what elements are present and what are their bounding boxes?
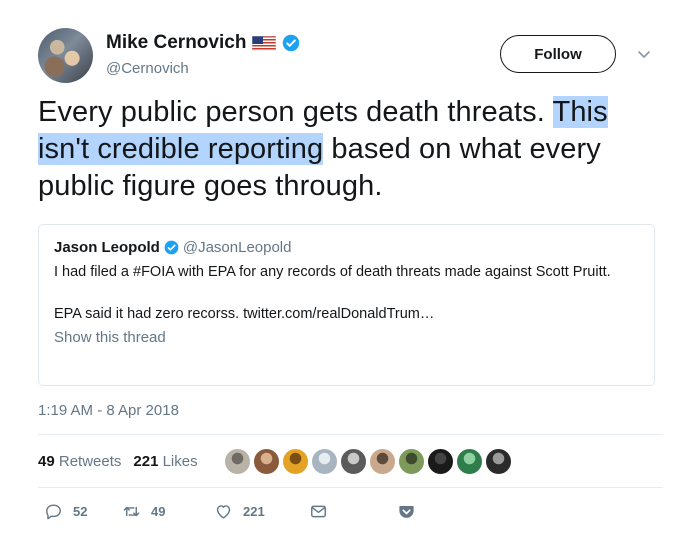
verified-badge-icon <box>164 240 179 255</box>
liker-avatar[interactable] <box>484 447 512 475</box>
reply-button[interactable]: 52 <box>44 502 122 521</box>
quoted-author-row: Jason Leopold @JasonLeopold <box>54 239 639 256</box>
likes-stat[interactable]: 221 Likes <box>133 453 197 470</box>
liker-avatar[interactable] <box>310 447 338 475</box>
liker-avatar[interactable] <box>281 447 309 475</box>
quoted-author-name: Jason Leopold <box>54 239 160 256</box>
reply-count: 52 <box>73 504 88 519</box>
like-button[interactable]: 221 <box>214 502 309 521</box>
tweet-text: Every public person gets death threats. … <box>38 94 663 205</box>
follow-button[interactable]: Follow <box>500 35 616 73</box>
show-thread-link[interactable]: Show this thread <box>54 329 639 346</box>
liker-avatar[interactable] <box>368 447 396 475</box>
retweet-count: 49 <box>151 504 166 519</box>
tweet-text-start: Every public person gets death threats. <box>38 96 553 128</box>
liker-avatar[interactable] <box>339 447 367 475</box>
reply-icon <box>46 504 61 520</box>
quoted-paragraph: EPA said it had zero recorss. twitter.co… <box>54 306 435 322</box>
envelope-icon <box>311 505 326 518</box>
avatar[interactable] <box>38 28 93 83</box>
liker-avatars <box>223 447 512 475</box>
tweet-actions: 52 49 221 <box>44 502 416 521</box>
liker-avatar[interactable] <box>426 447 454 475</box>
tweet-header: Mike Cernovich @Cernovich Follow <box>38 28 663 84</box>
verified-badge-icon <box>283 34 300 52</box>
retweets-label: Retweets <box>58 452 122 470</box>
us-flag-icon <box>252 35 277 51</box>
liker-avatar[interactable] <box>252 447 280 475</box>
retweets-count: 49 <box>38 452 55 470</box>
direct-message-button[interactable] <box>309 502 397 521</box>
divider <box>38 434 663 435</box>
pocket-icon <box>399 505 414 518</box>
liker-avatar[interactable] <box>455 447 483 475</box>
liker-avatar[interactable] <box>223 447 251 475</box>
chevron-down-icon[interactable] <box>636 46 652 62</box>
author-display-name[interactable]: Mike Cernovich <box>106 32 246 54</box>
quoted-paragraph: I had filed a #FOIA with EPA for any rec… <box>54 264 611 280</box>
likes-label: Likes <box>162 452 198 470</box>
quoted-tweet-text: I had filed a #FOIA with EPA for any rec… <box>54 262 639 325</box>
retweet-button[interactable]: 49 <box>122 502 214 521</box>
retweet-icon <box>123 506 140 517</box>
likes-count: 221 <box>133 452 159 470</box>
retweets-stat[interactable]: 49 Retweets <box>38 453 121 470</box>
pocket-button[interactable] <box>397 502 416 521</box>
heart-icon <box>216 505 231 519</box>
quoted-author-handle: @JasonLeopold <box>182 239 292 256</box>
quoted-tweet-card[interactable]: Jason Leopold @JasonLeopold I had filed … <box>38 224 655 386</box>
liker-avatar[interactable] <box>397 447 425 475</box>
author-name-row: Mike Cernovich <box>106 32 300 54</box>
author-handle[interactable]: @Cernovich <box>106 60 189 77</box>
divider <box>38 487 663 488</box>
like-count: 221 <box>243 504 265 519</box>
tweet-timestamp[interactable]: 1:19 AM - 8 Apr 2018 <box>38 402 179 419</box>
tweet-stats: 49 Retweets 221 Likes <box>38 446 512 476</box>
